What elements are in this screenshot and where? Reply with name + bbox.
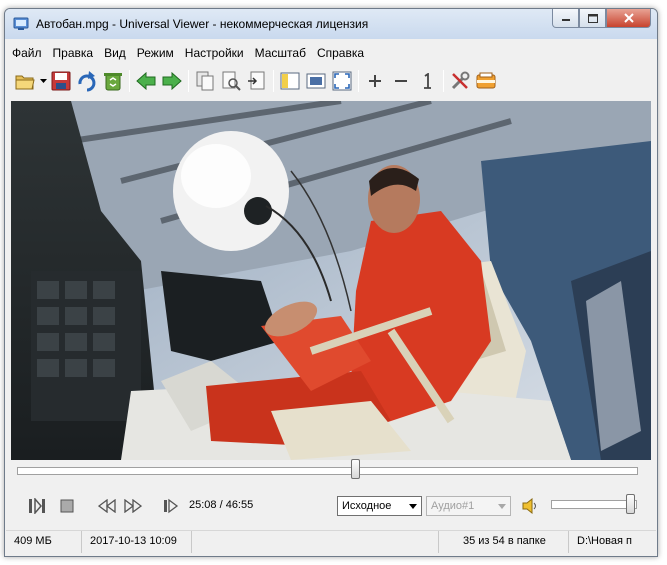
video-mode-value: Исходное <box>342 500 392 512</box>
toolbar-separator <box>443 70 444 92</box>
folder-icon <box>476 72 496 89</box>
rewind-button[interactable] <box>95 494 119 518</box>
window-title: Автобан.mpg - Universal Viewer - некомме… <box>36 17 369 31</box>
recycle-button[interactable] <box>100 69 126 93</box>
original-size-button[interactable] <box>414 69 440 93</box>
menu-file[interactable]: Файл <box>6 43 47 63</box>
time-display: 25:08 / 46:55 <box>189 499 254 511</box>
tools-icon <box>451 71 470 90</box>
volume-slider[interactable] <box>551 500 637 509</box>
file-size: 409 МБ <box>14 531 82 553</box>
file-index: 35 из 54 в папке <box>439 531 569 553</box>
volume-thumb[interactable] <box>626 494 635 514</box>
application-window: Автобан.mpg - Universal Viewer - некомме… <box>4 8 658 557</box>
save-icon <box>51 71 71 91</box>
zoom-out-button[interactable] <box>388 69 414 93</box>
menu-scale[interactable]: Масштаб <box>249 43 311 63</box>
toolbar-separator <box>188 70 189 92</box>
video-frame[interactable] <box>11 101 651 460</box>
status-bar: 409 МБ 2017-10-13 10:09 35 из 54 в папке… <box>6 530 656 553</box>
stop-button[interactable] <box>55 494 79 518</box>
window-controls <box>552 9 651 28</box>
seek-bar[interactable] <box>17 467 638 475</box>
forward-arrow-icon <box>162 72 182 90</box>
save-button[interactable] <box>48 69 74 93</box>
menu-settings[interactable]: Настройки <box>179 43 249 63</box>
fit-window-icon <box>306 73 326 89</box>
status-empty <box>192 531 439 553</box>
close-icon <box>623 13 634 23</box>
title-bar[interactable]: Автобан.mpg - Universal Viewer - некомме… <box>5 9 657 39</box>
toolbar-separator <box>273 70 274 92</box>
print-preview-button[interactable] <box>218 69 244 93</box>
fullscreen-icon <box>332 71 352 91</box>
next-file-button[interactable] <box>159 69 185 93</box>
copy-button[interactable] <box>192 69 218 93</box>
video-image <box>11 101 651 460</box>
folder-button[interactable] <box>473 69 499 93</box>
menu-edit[interactable]: Правка <box>47 43 99 63</box>
zoom-out-icon <box>395 80 407 82</box>
file-path: D:\Новая п <box>577 535 632 547</box>
menu-mode[interactable]: Режим <box>131 43 179 63</box>
reload-icon <box>78 71 96 92</box>
original-size-icon <box>424 73 431 89</box>
close-button[interactable] <box>606 9 651 28</box>
seek-thumb[interactable] <box>351 459 360 479</box>
open-button[interactable] <box>12 69 38 93</box>
maximize-icon <box>587 13 598 23</box>
play-pause-button[interactable] <box>25 494 49 518</box>
zoom-in-icon <box>369 75 381 87</box>
audio-track-select: Аудио#1 <box>426 496 511 516</box>
fullscreen-button[interactable] <box>329 69 355 93</box>
speaker-icon <box>522 498 536 514</box>
mute-button[interactable] <box>519 494 543 518</box>
file-date: 2017-10-13 10:09 <box>90 531 192 553</box>
toolbar-separator <box>129 70 130 92</box>
chevron-down-icon <box>498 504 506 509</box>
next-frame-button[interactable] <box>159 494 183 518</box>
minimize-button[interactable] <box>552 9 579 28</box>
menu-bar: Файл Правка Вид Режим Настройки Масштаб … <box>6 43 369 63</box>
open-dropdown[interactable] <box>38 78 48 84</box>
audio-track-value: Аудио#1 <box>431 500 475 512</box>
fast-forward-icon <box>124 499 142 513</box>
app-icon <box>13 17 29 30</box>
toolbar-separator <box>358 70 359 92</box>
open-icon <box>15 75 35 90</box>
export-button[interactable] <box>244 69 270 93</box>
stop-icon <box>60 499 74 513</box>
chevron-down-icon <box>409 504 417 509</box>
recycle-icon <box>104 73 122 91</box>
dropdown-arrow-icon <box>39 78 47 83</box>
next-frame-icon <box>164 498 179 514</box>
tools-button[interactable] <box>447 69 473 93</box>
previous-file-button[interactable] <box>133 69 159 93</box>
toolbar <box>6 67 656 95</box>
copy-icon <box>196 71 214 91</box>
rewind-icon <box>98 499 116 513</box>
fit-window-button[interactable] <box>303 69 329 93</box>
maximize-button[interactable] <box>579 9 606 28</box>
print-preview-icon <box>222 71 241 91</box>
video-mode-select[interactable]: Исходное <box>337 496 422 516</box>
export-icon <box>248 71 265 90</box>
panel-button[interactable] <box>277 69 303 93</box>
fast-forward-button[interactable] <box>121 494 145 518</box>
menu-help[interactable]: Справка <box>311 43 369 63</box>
panel-icon <box>280 72 300 90</box>
play-pause-icon <box>29 498 45 514</box>
minimize-icon <box>561 19 570 21</box>
zoom-in-button[interactable] <box>362 69 388 93</box>
playback-controls: 25:08 / 46:55 Исходное Аудио#1 <box>17 494 647 518</box>
menu-view[interactable]: Вид <box>98 43 131 63</box>
back-arrow-icon <box>136 72 156 90</box>
reload-button[interactable] <box>74 69 100 93</box>
